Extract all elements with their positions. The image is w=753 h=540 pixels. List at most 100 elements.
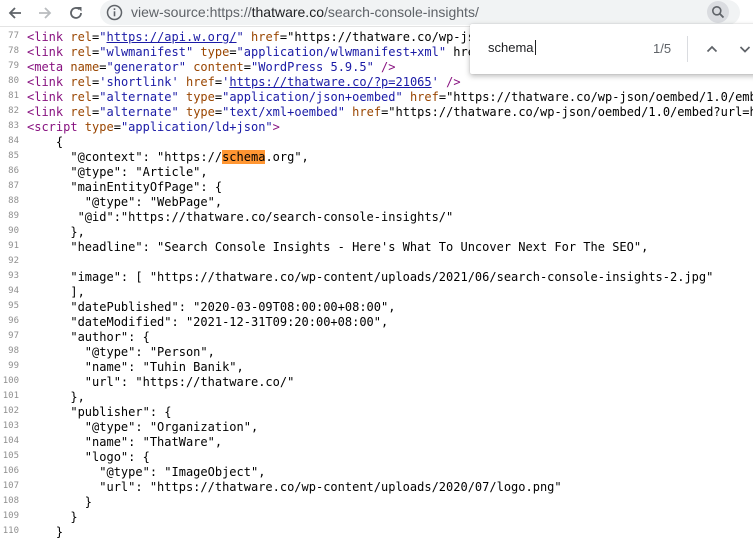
line-number: 104	[2, 436, 19, 446]
browser-toolbar: view-source:https://thatware.co/search-c…	[0, 0, 753, 27]
source-line: 93 "image": [ "https://thatware.co/wp-co…	[0, 270, 753, 285]
reload-button[interactable]	[65, 2, 87, 24]
source-line: 87 "mainEntityOfPage": {	[0, 180, 753, 195]
line-code: },	[27, 225, 85, 239]
line-code: "name": "ThatWare",	[27, 435, 223, 449]
text-caret	[534, 40, 536, 55]
line-number: 80	[8, 76, 19, 86]
line-code: "@type": "WebPage",	[27, 195, 223, 209]
source-line: 89 "@id":"https://thatware.co/search-con…	[0, 210, 753, 225]
line-number: 106	[2, 466, 19, 476]
line-number: 99	[8, 361, 19, 371]
line-number: 77	[8, 31, 19, 41]
line-code: "mainEntityOfPage": {	[27, 180, 223, 194]
address-bar[interactable]: view-source:https://thatware.co/search-c…	[100, 0, 740, 25]
source-line: 92	[0, 255, 753, 270]
source-line: 98 "@type": "Person",	[0, 345, 753, 360]
source-line: 106 "@type": "ImageObject",	[0, 465, 753, 480]
source-line: 110 }	[0, 525, 753, 540]
line-code: "author": {	[27, 330, 150, 344]
line-number: 101	[2, 391, 19, 401]
line-number: 93	[8, 271, 19, 281]
find-previous-button[interactable]	[702, 39, 722, 59]
back-button[interactable]	[4, 2, 26, 24]
source-line: 81 <link rel="alternate" type="applicatio…	[0, 90, 753, 105]
zoom-button[interactable]	[707, 1, 729, 23]
line-number: 82	[8, 106, 19, 116]
line-code: <link rel="wlwmanifest" type="applicatio…	[27, 45, 483, 59]
source-line: 108 }	[0, 495, 753, 510]
chevron-down-icon	[739, 46, 751, 53]
line-number: 95	[8, 301, 19, 311]
source-line: 95 "datePublished": "2020-03-09T08:00:00…	[0, 300, 753, 315]
line-code: "name": "Tuhin Banik",	[27, 360, 244, 374]
forward-button[interactable]	[34, 2, 56, 24]
line-code: }	[27, 495, 93, 509]
line-code: "url": "https://thatware.co/wp-content/u…	[27, 480, 562, 494]
line-number: 92	[8, 256, 19, 266]
line-code: }	[27, 510, 78, 524]
line-number: 109	[2, 511, 19, 521]
source-line: 99 "name": "Tuhin Banik",	[0, 360, 753, 375]
line-number: 100	[2, 376, 19, 386]
line-code: <link rel="alternate" type="application/…	[27, 90, 753, 104]
line-code: <meta name="generator" content="WordPres…	[27, 60, 396, 74]
source-line: 101 },	[0, 390, 753, 405]
source-view: 77 <link rel="https://api.w.org/" href="h…	[0, 30, 753, 540]
source-line: 104 "name": "ThatWare",	[0, 435, 753, 450]
info-icon[interactable]	[106, 4, 123, 21]
line-number: 86	[8, 166, 19, 176]
reload-icon	[70, 7, 82, 19]
source-line: 102 "publisher": {	[0, 405, 753, 420]
line-number: 103	[2, 421, 19, 431]
line-code: "@type": "Organization",	[27, 420, 259, 434]
source-line: 90 },	[0, 225, 753, 240]
find-match-highlight: schema	[222, 150, 266, 164]
line-number: 96	[8, 316, 19, 326]
line-code: "@id":"https://thatware.co/search-consol…	[27, 210, 454, 224]
source-line: 100 "url": "https://thatware.co/"	[0, 375, 753, 390]
line-number: 85	[8, 151, 19, 161]
source-line: 83 <script type="application/ld+json">	[0, 120, 753, 135]
source-line: 80 <link rel='shortlink' href='https://th…	[0, 75, 753, 90]
line-number: 89	[8, 211, 19, 221]
line-number: 90	[8, 226, 19, 236]
line-code: "@type": "ImageObject",	[27, 465, 266, 479]
line-code: <link rel='shortlink' href='https://that…	[27, 75, 461, 89]
url-host: thatware.co	[251, 4, 324, 20]
line-code: }	[27, 525, 64, 539]
line-code: "@type": "Person",	[27, 345, 215, 359]
line-code: {	[27, 135, 64, 149]
source-line: 107 "url": "https://thatware.co/wp-conte…	[0, 480, 753, 495]
find-next-button[interactable]	[735, 39, 753, 59]
line-number: 108	[2, 496, 19, 506]
line-number: 84	[8, 136, 19, 146]
source-line: 85 "@context": "https://schema.org",	[0, 150, 753, 165]
line-number: 88	[8, 196, 19, 206]
source-line: 91 "headline": "Search Console Insights …	[0, 240, 753, 255]
line-code: "@context": "https://schema.org",	[27, 150, 309, 164]
line-code: <script type="application/ld+json">	[27, 120, 280, 134]
url-text[interactable]: view-source:https://thatware.co/search-c…	[131, 4, 479, 20]
find-match-count: 1/5	[653, 41, 672, 56]
line-code: "url": "https://thatware.co/"	[27, 375, 295, 389]
line-code: "datePublished": "2020-03-09T08:00:00+08…	[27, 300, 396, 314]
line-code: "image": [ "https://thatware.co/wp-conte…	[27, 270, 714, 284]
find-divider	[687, 36, 688, 62]
line-number: 87	[8, 181, 19, 191]
zoom-icon	[712, 6, 725, 19]
source-line: 82 <link rel="alternate" type="text/xml+o…	[0, 105, 753, 120]
find-input[interactable]: schema	[488, 40, 536, 55]
line-code: "@type": "Article",	[27, 165, 208, 179]
line-number: 91	[8, 241, 19, 251]
source-line: 105 "logo": {	[0, 450, 753, 465]
find-query: schema	[488, 40, 534, 55]
line-number: 98	[8, 346, 19, 356]
line-code: "dateModified": "2021-12-31T09:20:00+08:…	[27, 315, 389, 329]
line-code: <link rel="alternate" type="text/xml+oem…	[27, 105, 753, 119]
line-code: ],	[27, 285, 85, 299]
chevron-up-icon	[706, 45, 718, 53]
line-code: "publisher": {	[27, 405, 172, 419]
source-line: 94 ],	[0, 285, 753, 300]
line-code: "headline": "Search Console Insights - H…	[27, 240, 649, 254]
